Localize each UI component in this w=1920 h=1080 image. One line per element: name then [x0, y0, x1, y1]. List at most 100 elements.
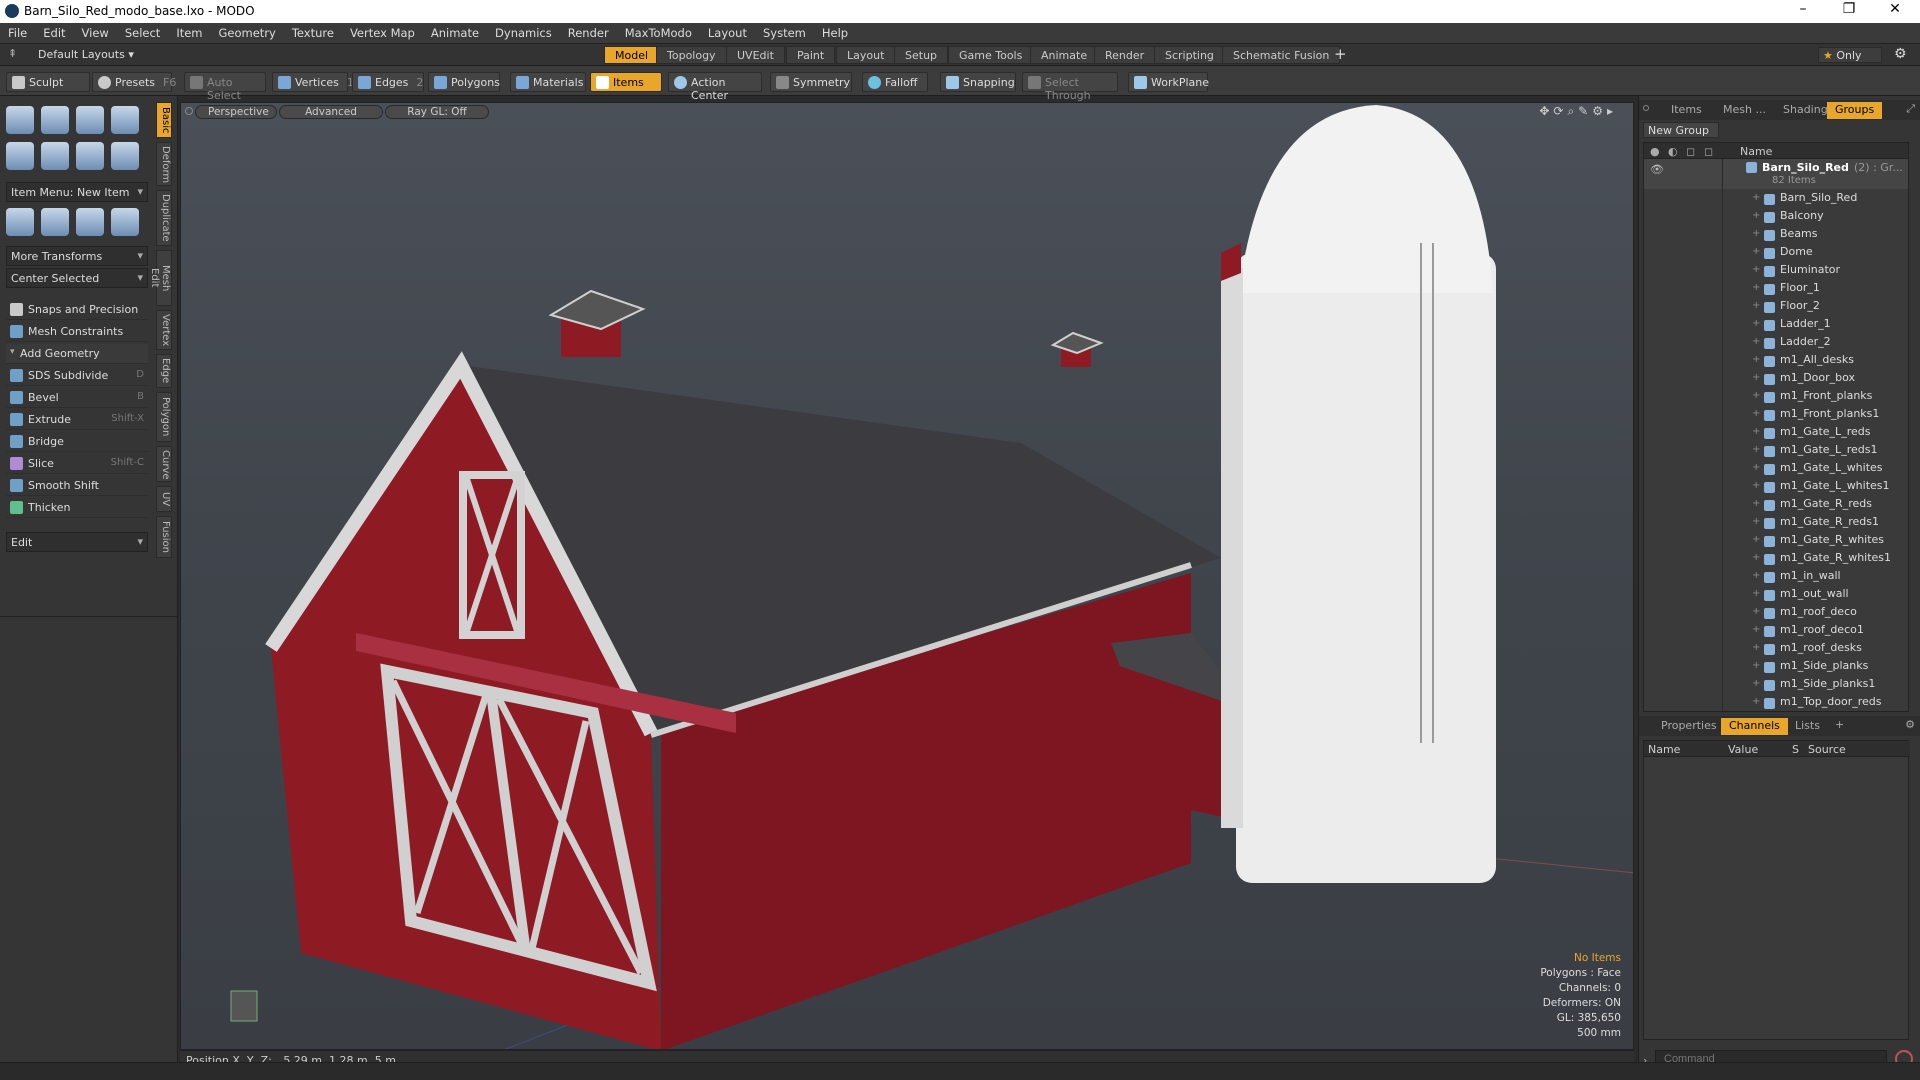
list-item[interactable]: + m1_Gate_L_reds [1752, 425, 1870, 443]
tab-channels[interactable]: Channels [1721, 718, 1788, 735]
menu-select[interactable]: Select [117, 23, 168, 40]
list-item[interactable]: + m1_All_desks [1752, 353, 1854, 371]
list-item[interactable]: + Ladder_1 [1752, 317, 1831, 335]
vtab-fusion[interactable]: Fusion [156, 516, 172, 558]
expand-icon[interactable]: + [1752, 534, 1760, 545]
torus-icon[interactable] [6, 142, 34, 170]
menu-edit[interactable]: Edit [35, 23, 73, 40]
expand-icon[interactable]: + [1752, 192, 1760, 203]
panel-settings-icon[interactable]: ⚙ [1905, 718, 1915, 731]
vtab-vertex[interactable]: Vertex [156, 310, 172, 350]
menu-animate[interactable]: Animate [423, 23, 487, 40]
sculpt-button[interactable]: Sculpt [6, 72, 90, 92]
extrude-button[interactable]: Extrude Shift-X [6, 410, 148, 430]
expand-icon[interactable]: + [1752, 318, 1760, 329]
tab-model[interactable]: Model [604, 46, 660, 64]
vtab-mesh-edit[interactable]: Mesh Edit [149, 250, 172, 306]
maximize-button[interactable]: ❐ [1826, 1, 1872, 17]
expand-icon[interactable]: + [1752, 624, 1760, 635]
pen-icon[interactable] [76, 142, 104, 170]
tab-layout[interactable]: Layout [836, 46, 896, 64]
menu-item[interactable]: Item [168, 23, 210, 40]
capsule-icon[interactable] [41, 142, 69, 170]
move-icon[interactable] [6, 208, 34, 236]
vtab-uv[interactable]: UV [156, 486, 172, 512]
list-item[interactable]: + m1_Side_planks1 [1752, 677, 1875, 695]
list-item[interactable]: + m1_Gate_R_whites1 [1752, 551, 1891, 569]
list-item[interactable]: + Floor_1 [1752, 281, 1820, 299]
expand-icon[interactable]: + [1752, 354, 1760, 365]
only-toggle[interactable]: ★ Only [1818, 47, 1882, 63]
expand-icon[interactable]: + [1752, 408, 1760, 419]
expand-icon[interactable]: + [1752, 246, 1760, 257]
edges-button[interactable]: Edges 2 [352, 72, 424, 92]
tab-properties[interactable]: Properties [1653, 718, 1725, 735]
snaps-precision-button[interactable]: Snaps and Precision [6, 300, 148, 320]
vtab-duplicate[interactable]: Duplicate [156, 190, 172, 246]
symmetry-button[interactable]: Symmetry [770, 72, 852, 92]
tab-scripting[interactable]: Scripting [1154, 46, 1225, 64]
expand-icon[interactable]: + [1752, 300, 1760, 311]
scale-icon[interactable] [76, 208, 104, 236]
new-group-button[interactable]: New Group [1643, 122, 1719, 138]
tab-groups[interactable]: Groups [1827, 102, 1883, 119]
cone-icon[interactable] [111, 106, 139, 134]
expand-icon[interactable]: + [1752, 390, 1760, 401]
vtab-polygon[interactable]: Polygon [156, 392, 172, 442]
center-selected-dropdown[interactable]: Center Selected [6, 268, 148, 288]
select-through-button[interactable]: Select Through [1022, 72, 1118, 102]
list-item[interactable]: + Balcony [1752, 209, 1824, 227]
add-panel-icon[interactable]: + [1835, 718, 1844, 731]
vtab-edge[interactable]: Edge [156, 354, 172, 388]
list-item[interactable]: + Floor_2 [1752, 299, 1820, 317]
expand-icon[interactable]: + [1752, 462, 1760, 473]
bevel-button[interactable]: Bevel B [6, 388, 148, 408]
close-button[interactable]: ✕ [1872, 1, 1918, 17]
rotate-icon[interactable] [41, 208, 69, 236]
vtab-curve[interactable]: Curve [156, 446, 172, 482]
vtab-basic[interactable]: Basic [156, 102, 172, 138]
sds-subdivide-button[interactable]: SDS Subdivide D [6, 366, 148, 386]
list-item[interactable]: + m1_Front_planks [1752, 389, 1872, 407]
layout-up-icon[interactable]: ⇞ [8, 47, 17, 60]
list-item[interactable]: + m1_roof_deco1 [1752, 623, 1864, 641]
list-item[interactable]: + m1_Top_door_reds [1752, 695, 1882, 711]
expand-icon[interactable]: + [1752, 228, 1760, 239]
list-item[interactable]: + m1_Side_planks [1752, 659, 1868, 677]
items-button[interactable]: Items [590, 72, 662, 92]
gear-icon[interactable]: ⚙ [1894, 46, 1907, 62]
vtab-deform[interactable]: Deform [156, 142, 172, 186]
menu-geometry[interactable]: Geometry [211, 23, 284, 40]
edit-dropdown[interactable]: Edit [6, 532, 148, 552]
menu-view[interactable]: View [74, 23, 117, 40]
layout-selector[interactable]: Default Layouts ▾ [38, 48, 134, 61]
minimize-button[interactable]: – [1780, 1, 1826, 17]
tab-setup[interactable]: Setup [894, 46, 949, 64]
list-item[interactable]: + m1_Gate_L_reds1 [1752, 443, 1877, 461]
menu-vertex-map[interactable]: Vertex Map [342, 23, 423, 40]
menu-layout[interactable]: Layout [700, 23, 755, 40]
expand-icon[interactable]: + [1752, 642, 1760, 653]
tab-game-tools[interactable]: Game Tools [948, 46, 1034, 64]
tab-items[interactable]: Items [1663, 102, 1710, 119]
materials-button[interactable]: Materials [510, 72, 586, 92]
expand-icon[interactable]: + [1752, 606, 1760, 617]
expand-icon[interactable]: + [1752, 678, 1760, 689]
tab-render[interactable]: Render [1094, 46, 1156, 64]
panel-options-icon[interactable] [1643, 105, 1649, 111]
polygons-button[interactable]: Polygons [428, 72, 500, 92]
list-item[interactable]: + m1_roof_deco [1752, 605, 1857, 623]
mesh-constraints-button[interactable]: Mesh Constraints [6, 322, 148, 342]
add-geometry-header[interactable]: ▾ Add Geometry [6, 344, 148, 364]
action-center-button[interactable]: Action Center [668, 72, 762, 102]
tab-uvedit[interactable]: UVEdit [726, 46, 785, 64]
group-root-row[interactable]: 👁 Barn_Silo_Red (2) : Gr... 82 Items [1644, 159, 1908, 189]
list-item[interactable]: + m1_Front_planks1 [1752, 407, 1879, 425]
tab-schematic-fusion[interactable]: Schematic Fusion [1222, 46, 1341, 64]
falloff-button[interactable]: Falloff [862, 72, 928, 92]
expand-icon[interactable]: + [1752, 570, 1760, 581]
vertices-button[interactable]: Vertices 1 [272, 72, 354, 92]
presets-button[interactable]: Presets F6 [92, 72, 176, 92]
expand-icon[interactable]: + [1752, 480, 1760, 491]
menu-maxtomodo[interactable]: MaxToModo [617, 23, 700, 40]
